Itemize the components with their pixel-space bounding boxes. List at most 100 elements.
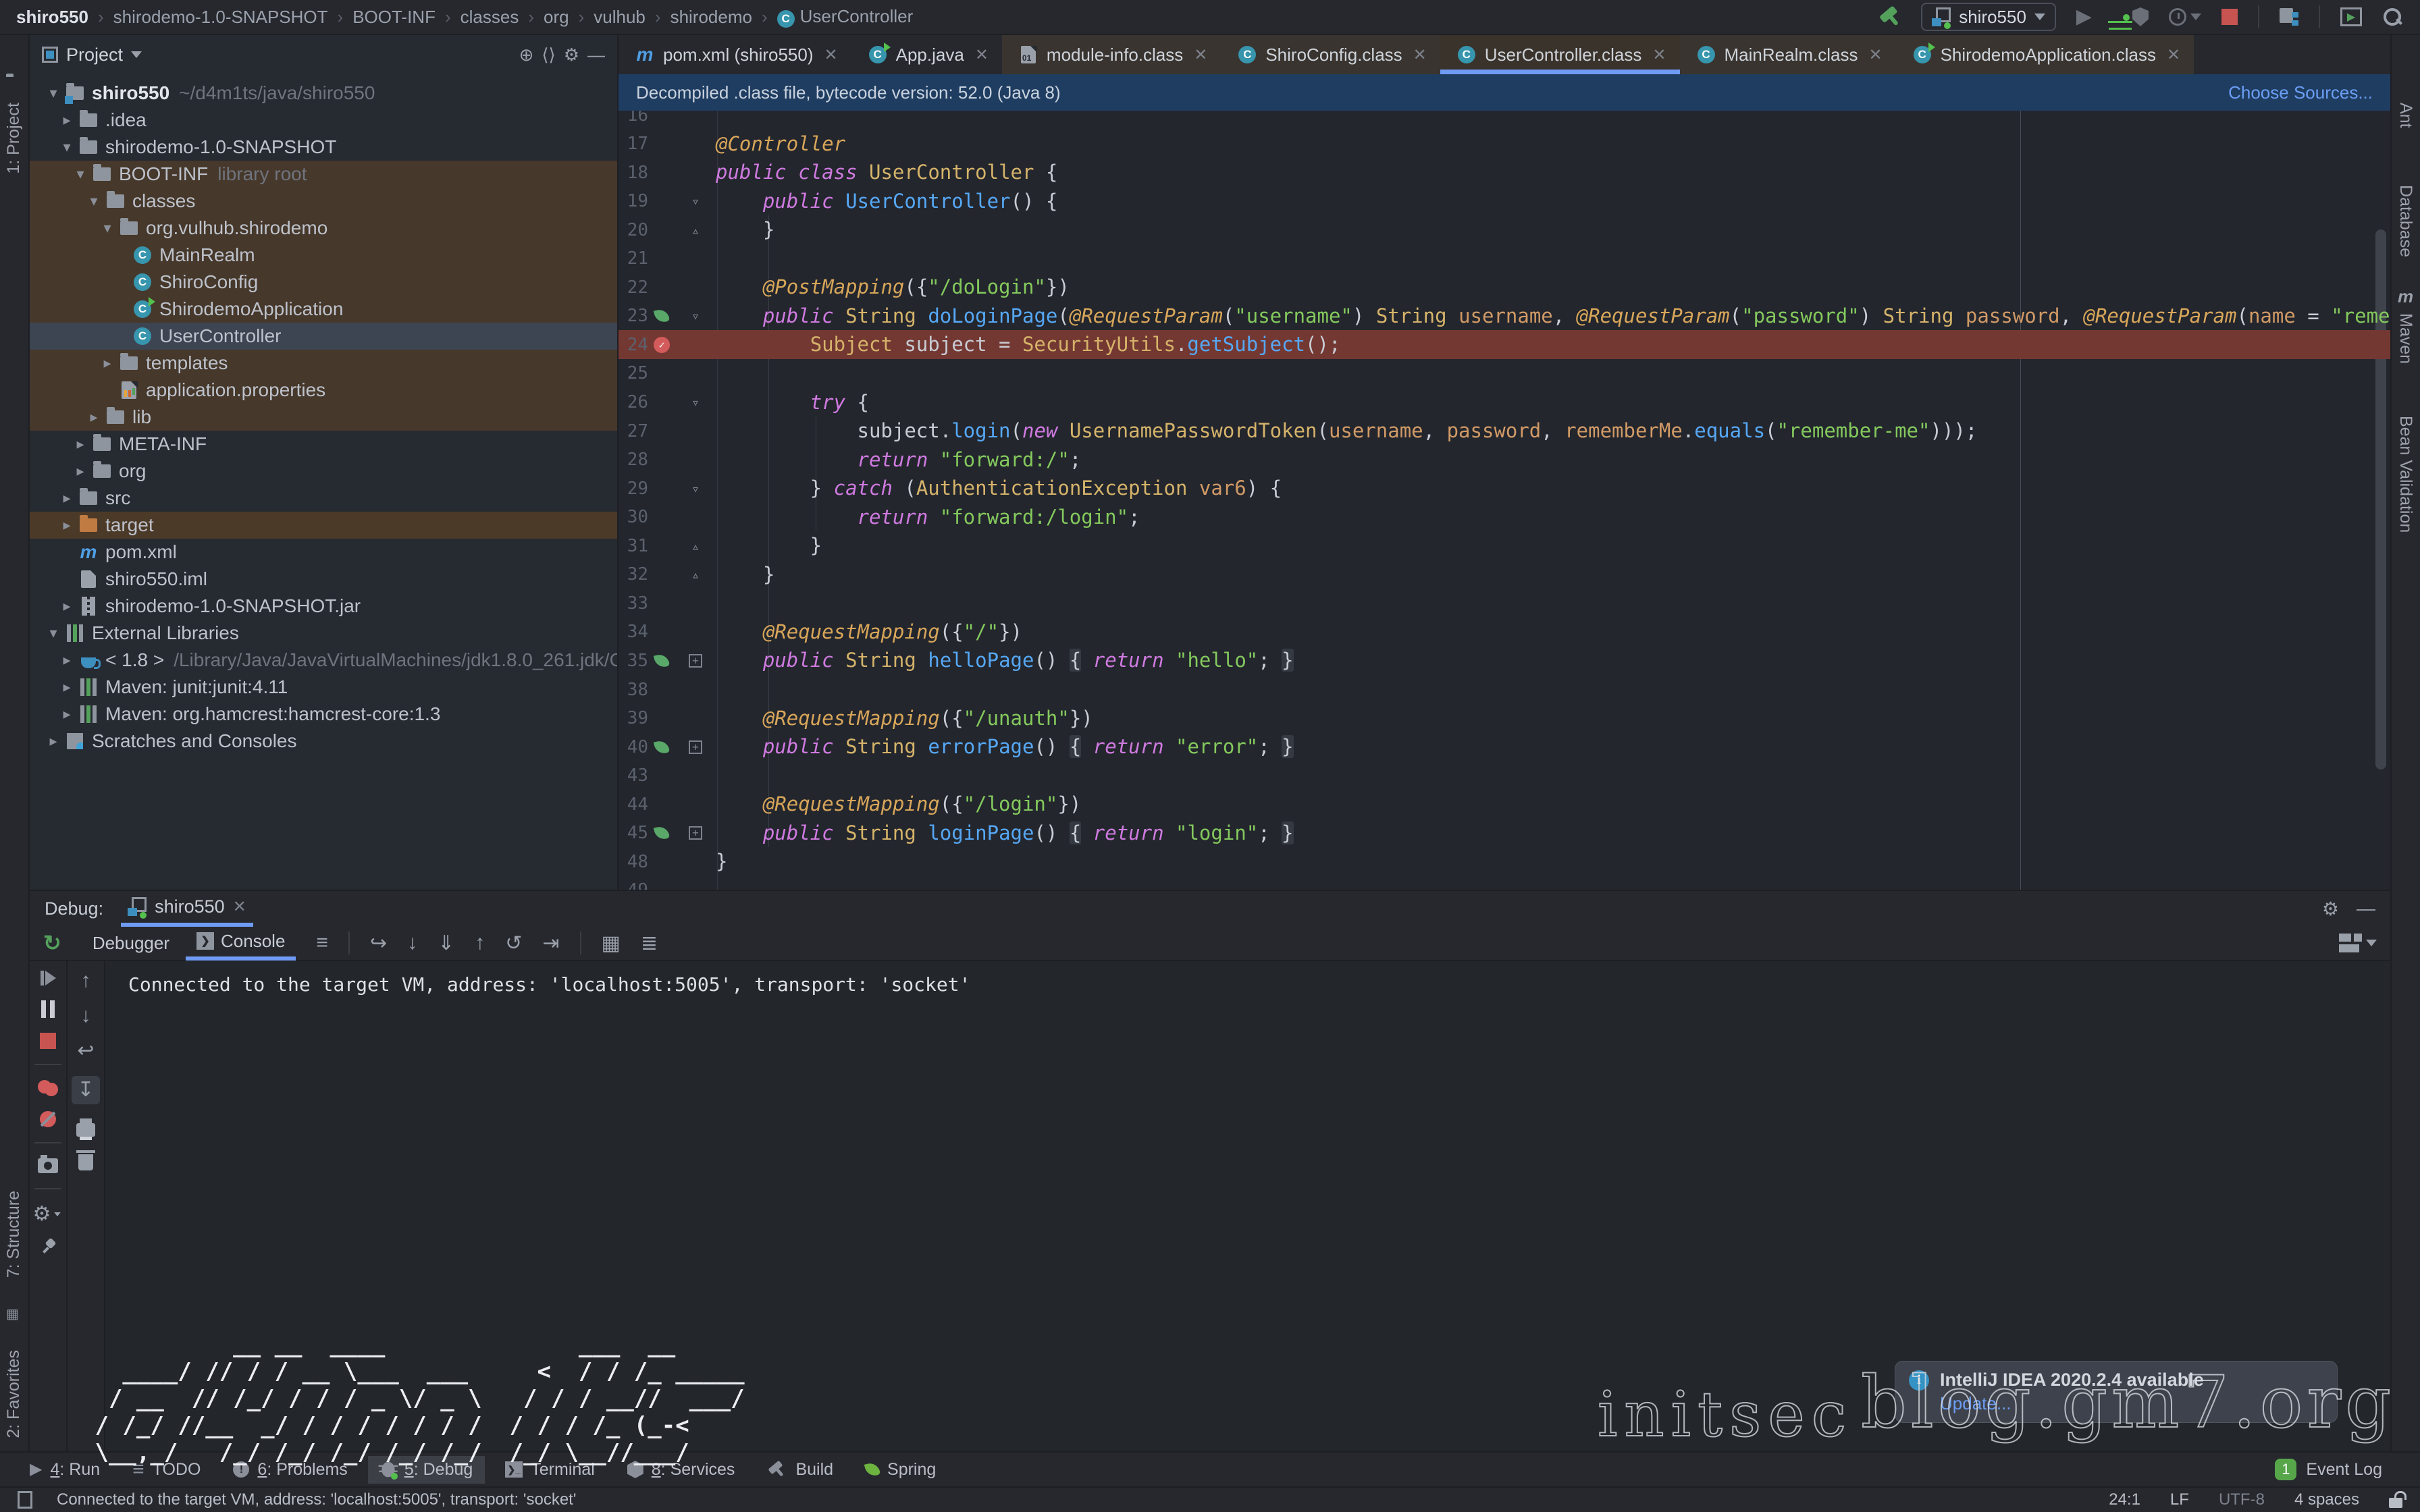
line-number[interactable]: 48 [619,852,648,872]
coverage-button[interactable] [2132,7,2149,26]
toolwindow-button-run[interactable]: ▶4: Run [18,1456,112,1484]
close-icon[interactable]: ✕ [2167,45,2180,65]
tool-stripe-favorites[interactable]: 2: Favorites [4,1350,24,1438]
tree-chevron-icon[interactable]: ▸ [58,705,76,723]
tool-windows-toggle-icon[interactable] [18,1491,32,1509]
scroll-to-end-icon[interactable]: ↧ [72,1076,99,1104]
hide-panel-icon[interactable]: — [587,45,605,65]
close-icon[interactable]: ✕ [1413,45,1427,65]
breadcrumb-item[interactable]: shiro550 [16,7,88,28]
code-editor[interactable]: 1617@Controller18public class UserContro… [619,111,2390,890]
rerun-icon[interactable]: ↻ [43,930,61,956]
indent-setting[interactable]: 4 spaces [2294,1490,2359,1509]
view-breakpoints-icon[interactable] [38,1080,58,1096]
tree-row[interactable]: ▸META-INF [30,431,617,458]
toolwindow-button-services[interactable]: 8: Services [615,1456,747,1484]
up-stack-icon[interactable]: ↑ [81,971,91,991]
project-view-title[interactable]: Project [66,45,123,65]
close-icon[interactable]: ✕ [824,45,838,65]
line-number[interactable]: 32 [619,564,648,585]
spring-mapping-icon[interactable] [648,740,675,754]
chevron-down-icon[interactable] [131,51,142,58]
close-icon[interactable]: ✕ [1652,45,1666,65]
spring-mapping-icon[interactable] [648,309,675,323]
tree-chevron-icon[interactable]: ▸ [45,732,62,750]
close-icon[interactable]: ✕ [233,897,246,917]
project-structure-button[interactable] [2280,8,2298,26]
editor-tab[interactable]: CMainRealm.class✕ [1680,35,1896,74]
debug-session-tab[interactable]: shiro550 ✕ [121,890,253,927]
step-over-icon[interactable]: ↪ [370,932,387,955]
debug-settings-button[interactable]: ⚙ [33,1204,63,1224]
line-number[interactable]: 25 [619,363,648,383]
stop-button[interactable] [2221,9,2238,25]
toolwindow-button-debug[interactable]: 5: Debug [368,1456,485,1484]
tree-chevron-icon[interactable]: ▸ [58,516,76,534]
fold-marker[interactable]: ▵ [675,566,716,583]
tree-row[interactable]: ▸.idea [30,107,617,134]
tree-row[interactable]: ▸Maven: junit:junit:4.11 [30,674,617,701]
gear-icon[interactable]: ⚙ [564,45,579,65]
resume-button[interactable] [41,971,56,986]
lock-icon[interactable] [2389,1498,2402,1508]
tree-row[interactable]: ▸shirodemo-1.0-SNAPSHOT.jar [30,593,617,620]
tree-chevron-icon[interactable]: ▸ [58,111,76,129]
toolwindow-button-terminal[interactable]: ❯_Terminal [493,1456,606,1484]
tool-stripe-structure[interactable]: 7: Structure [4,1191,24,1278]
run-config-selector[interactable]: shiro550 [1921,3,2056,31]
profiler-button[interactable] [2169,8,2201,26]
tree-row[interactable]: ▸< 1.8 >/Library/Java/JavaVirtualMachine… [30,647,617,674]
tree-chevron-icon[interactable]: ▾ [85,192,103,210]
close-icon[interactable]: ✕ [1868,45,1882,65]
tree-row[interactable]: CUserController [30,323,617,350]
event-log-button[interactable]: 1Event Log [2275,1459,2402,1480]
line-number[interactable]: 35 [619,651,648,671]
line-ending[interactable]: LF [2170,1490,2189,1509]
line-number[interactable]: 28 [619,450,648,470]
line-number[interactable]: 24 [619,335,648,355]
run-anything-button[interactable]: ▶ [2340,7,2362,26]
editor-tab[interactable]: CShirodemoApplication.class✕ [1896,35,2194,74]
tool-stripe-database[interactable]: Database [2396,185,2415,257]
line-number[interactable]: 29 [619,479,648,499]
force-step-into-icon[interactable]: ⇓ [438,932,454,955]
hide-panel-icon[interactable]: — [2357,898,2375,919]
tree-row[interactable]: ▸templates [30,350,617,377]
tree-row[interactable]: ▾classes [30,188,617,215]
line-number[interactable]: 39 [619,708,648,728]
fold-marker[interactable]: + [675,740,716,754]
file-encoding[interactable]: UTF-8 [2219,1490,2265,1509]
run-to-cursor-icon[interactable]: ⇥ [542,932,559,955]
evaluate-expression-icon[interactable]: ▦ [602,932,621,955]
clear-console-icon[interactable] [78,1154,93,1170]
line-number[interactable]: 19 [619,191,648,211]
tree-row[interactable]: CShiroConfig [30,269,617,296]
tree-row[interactable]: ▾shirodemo-1.0-SNAPSHOT [30,134,617,161]
breadcrumb-item[interactable]: vulhub [594,7,646,28]
tool-stripe-bean-validation[interactable]: Bean Validation [2396,416,2415,533]
editor-tab[interactable]: mpom.xml (shiro550)✕ [619,35,851,74]
tree-chevron-icon[interactable]: ▾ [72,165,89,183]
tree-chevron-icon[interactable]: ▸ [99,354,116,372]
line-number[interactable]: 27 [619,421,648,441]
choose-sources-link[interactable]: Choose Sources... [2228,82,2373,103]
tree-row[interactable]: ▸org [30,458,617,485]
toolwindow-button-problems[interactable]: !6: Problems [221,1456,359,1484]
line-number[interactable]: 38 [619,680,648,700]
tree-row[interactable]: ▸target [30,512,617,539]
stop-button[interactable] [40,1033,56,1049]
tree-chevron-icon[interactable]: ▾ [45,624,62,642]
tree-row[interactable]: ▾External Libraries [30,620,617,647]
line-number[interactable]: 22 [619,277,648,298]
update-link[interactable]: Update... [1940,1393,2011,1414]
gear-icon[interactable]: ⚙ [2322,898,2339,920]
search-everywhere-icon[interactable] [2382,7,2402,27]
line-number[interactable]: 17 [619,134,648,154]
fold-marker[interactable]: + [675,826,716,840]
line-number[interactable]: 40 [619,737,648,757]
tree-row[interactable]: ▸lib [30,404,617,431]
spring-mapping-icon[interactable] [648,826,675,840]
line-number[interactable]: 43 [619,765,648,786]
line-number[interactable]: 31 [619,536,648,556]
run-button[interactable]: ▶ [2076,7,2092,27]
